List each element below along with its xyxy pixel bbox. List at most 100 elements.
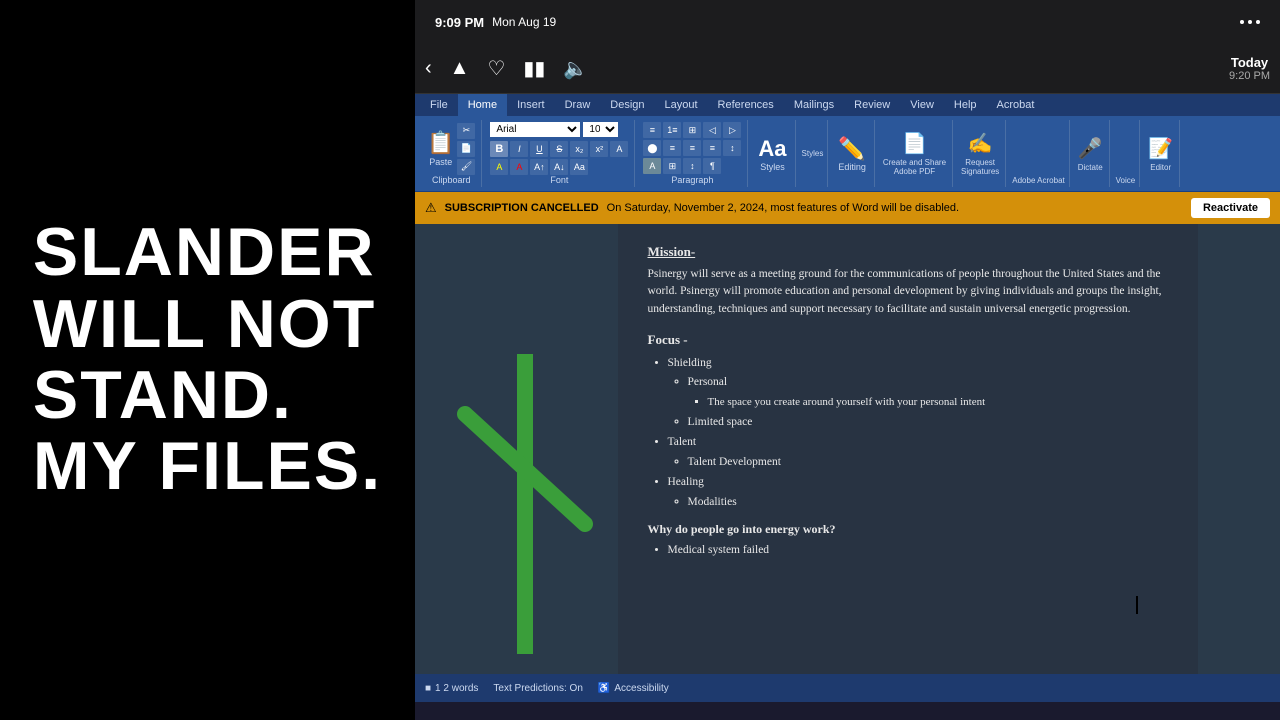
show-para-btn[interactable]: ¶ <box>703 158 721 174</box>
tab-home[interactable]: Home <box>458 94 507 116</box>
tab-insert[interactable]: Insert <box>507 94 555 116</box>
subscript-btn[interactable]: x₂ <box>570 141 588 157</box>
font-size-select[interactable]: 10 <box>583 122 618 137</box>
multilevel-btn[interactable]: ⊞ <box>683 122 701 138</box>
tab-layout[interactable]: Layout <box>655 94 708 116</box>
justify-btn[interactable]: ≡ <box>703 140 721 156</box>
editor-label: Editor <box>1150 163 1171 172</box>
focus-list: Shielding Personal The space you create … <box>648 354 1168 513</box>
tab-review[interactable]: Review <box>844 94 900 116</box>
editing-label: Editing <box>838 162 866 172</box>
page-indicator: ■ <box>425 683 431 694</box>
strikethrough-btn[interactable]: S <box>550 141 568 157</box>
bold-btn[interactable]: B <box>490 141 508 157</box>
font-size-up-btn[interactable]: A↑ <box>530 159 548 175</box>
focus-title: Focus - <box>648 332 1168 348</box>
document-page: Mission- Psinergy will serve as a meetin… <box>618 224 1198 674</box>
superscript-btn[interactable]: x² <box>590 141 608 157</box>
pause-icon[interactable]: ▮▮ <box>523 56 545 81</box>
ribbon-content: 📋 Paste ✂ 📄 🖌 Clipboard Arial <box>415 116 1280 192</box>
align-left-btn[interactable]: ⬤ <box>643 140 661 156</box>
status-left: 9:09 PM Mon Aug 19 <box>435 15 556 30</box>
warning-icon: ⚠ <box>425 200 437 216</box>
tab-help[interactable]: Help <box>944 94 987 116</box>
request-sigs-btn[interactable]: ✍️ RequestSignatures <box>955 120 1006 187</box>
font-color-btn[interactable]: A <box>510 159 528 175</box>
format-painter-icon[interactable]: 🖌 <box>457 159 475 175</box>
list-item-space: The space you create around yourself wit… <box>708 393 1168 412</box>
copy-icon[interactable]: 📄 <box>457 141 475 157</box>
editing-btn[interactable]: ✏️ Editing <box>830 120 875 187</box>
tab-acrobat[interactable]: Acrobat <box>987 94 1045 116</box>
italic-btn[interactable]: I <box>510 141 528 157</box>
tab-view[interactable]: View <box>900 94 944 116</box>
back-icon[interactable]: ‹ <box>425 57 432 80</box>
document-area: Mission- Psinergy will serve as a meetin… <box>415 224 1280 674</box>
styles-label: Styles <box>760 162 785 172</box>
accessibility-icon: ♿ <box>598 683 610 694</box>
ios-toolbar: ‹ ▲︎ ♡ ▮▮ 🔈 Today 9:20 PM <box>415 44 1280 94</box>
dictate-btn[interactable]: 🎤 Dictate <box>1072 120 1110 187</box>
numbering-btn[interactable]: 1≡ <box>663 122 681 138</box>
clipboard-icons: 📋 Paste ✂ 📄 🖌 <box>427 122 475 175</box>
cross-svg <box>445 354 605 654</box>
underline-btn[interactable]: U <box>530 141 548 157</box>
sort-btn[interactable]: ↕ <box>683 158 701 174</box>
accessibility-status: ♿ Accessibility <box>598 683 669 694</box>
ribbon-tabs: File Home Insert Draw Design Layout Refe… <box>415 94 1280 116</box>
borders-btn[interactable]: ⊞ <box>663 158 681 174</box>
question-list: Medical system failed <box>648 541 1168 561</box>
paste-btn[interactable]: 📋 Paste <box>427 130 454 167</box>
reactivate-button[interactable]: Reactivate <box>1191 198 1270 218</box>
create-share-btn[interactable]: 📄 Create and ShareAdobe PDF <box>877 120 953 187</box>
mission-title: Mission- <box>648 244 1168 260</box>
question: Why do people go into energy work? <box>648 522 1168 537</box>
today-label: Today <box>1231 55 1268 70</box>
text-highlight-btn[interactable]: A <box>490 159 508 175</box>
ios-toolbar-left: ‹ ▲︎ ♡ ▮▮ 🔈 <box>425 56 588 81</box>
right-panel: 9:09 PM Mon Aug 19 ‹ ▲︎ ♡ ▮▮ 🔈 Today 9:2… <box>415 0 1280 720</box>
editor-btn[interactable]: 📝 Editor <box>1142 120 1180 187</box>
styles-panel-indicator: Styles <box>798 120 829 187</box>
tab-draw[interactable]: Draw <box>555 94 601 116</box>
list-item-shielding: Shielding Personal The space you create … <box>668 354 1168 432</box>
font-select[interactable]: Arial <box>490 122 580 137</box>
align-center-btn[interactable]: ≡ <box>663 140 681 156</box>
heart-icon[interactable]: ♡ <box>487 56 505 81</box>
status-dots <box>1240 20 1260 24</box>
status-time: 9:09 PM <box>435 15 484 30</box>
adobe-acrobat-label: Adobe Acrobat <box>1012 176 1064 185</box>
tab-references[interactable]: References <box>708 94 784 116</box>
editing-pencil-icon: ✏️ <box>838 136 865 162</box>
styles-icon: Aa <box>758 136 786 162</box>
font-label: Font <box>550 175 568 185</box>
font-row: Arial 10 <box>490 122 628 137</box>
signature-icon: ✍️ <box>968 131 993 156</box>
adobe-acrobat-group: Adobe Acrobat <box>1008 120 1069 187</box>
tab-design[interactable]: Design <box>600 94 654 116</box>
change-case-btn[interactable]: Aa <box>570 159 588 175</box>
decrease-indent-btn[interactable]: ◁ <box>703 122 721 138</box>
bullets-btn[interactable]: ≡ <box>643 122 661 138</box>
text-predictions-status: Text Predictions: On <box>493 683 582 694</box>
accessibility-label: Accessibility <box>614 683 668 694</box>
mute-icon[interactable]: 🔈 <box>563 56 588 81</box>
tab-file[interactable]: File <box>420 94 458 116</box>
styles-btn[interactable]: Aa Styles <box>750 120 795 187</box>
healing-sublist: Modalities <box>668 493 1168 513</box>
subscription-bar: ⚠ SUBSCRIPTION CANCELLED On Saturday, No… <box>415 192 1280 224</box>
increase-indent-btn[interactable]: ▷ <box>723 122 741 138</box>
tab-mailings[interactable]: Mailings <box>784 94 844 116</box>
create-share-label: Create and ShareAdobe PDF <box>883 158 946 176</box>
cut-icon[interactable]: ✂ <box>457 123 475 139</box>
align-right-btn[interactable]: ≡ <box>683 140 701 156</box>
font-size-down-btn[interactable]: A↓ <box>550 159 568 175</box>
subscription-text: On Saturday, November 2, 2024, most feat… <box>607 202 1183 214</box>
list-item-modalities: Modalities <box>688 493 1168 513</box>
line-spacing-btn[interactable]: ↕ <box>723 140 741 156</box>
shading-btn[interactable]: A <box>643 158 661 174</box>
dictate-label: Dictate <box>1078 163 1103 172</box>
left-panel: SLANDERWILL NOTSTAND.MY FILES. <box>0 0 415 720</box>
share-icon[interactable]: ▲︎ <box>450 57 470 80</box>
clear-format-btn[interactable]: A <box>610 141 628 157</box>
